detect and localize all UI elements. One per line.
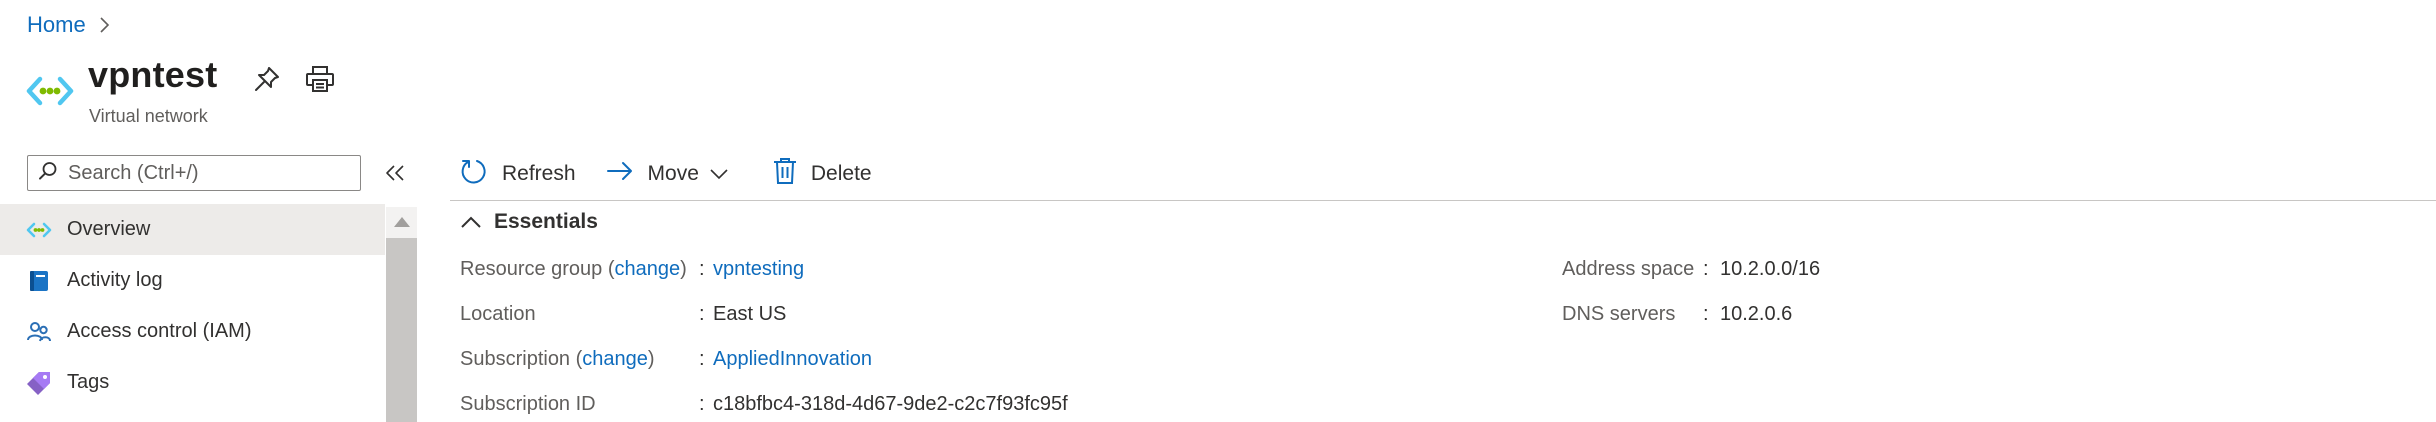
resource-group-change-link[interactable]: change bbox=[615, 258, 681, 280]
separator-colon: : bbox=[699, 393, 705, 415]
separator-colon: : bbox=[699, 348, 705, 370]
pin-icon[interactable] bbox=[252, 64, 282, 94]
essentials-title: Essentials bbox=[494, 210, 598, 233]
resource-group-label-text: Resource group bbox=[460, 258, 603, 280]
subscription-value-link[interactable]: AppliedInnovation bbox=[713, 348, 872, 371]
separator-colon: : bbox=[1703, 303, 1709, 325]
activity-log-icon bbox=[26, 268, 52, 294]
refresh-label: Refresh bbox=[502, 162, 576, 185]
resource-group-label: Resource group (change) bbox=[460, 258, 687, 280]
sidebar-menu: Overview Activity log Access control (IA… bbox=[0, 204, 385, 408]
delete-button[interactable]: Delete bbox=[773, 157, 872, 191]
print-icon[interactable] bbox=[304, 64, 336, 94]
subscription-label-text: Subscription bbox=[460, 348, 571, 370]
sidebar-item-access-control[interactable]: Access control (IAM) bbox=[0, 306, 385, 357]
search-box bbox=[27, 155, 361, 191]
breadcrumb-home-link[interactable]: Home bbox=[27, 12, 86, 38]
subscription-change-link[interactable]: change bbox=[582, 348, 648, 370]
collapse-sidebar-icon[interactable] bbox=[381, 159, 409, 187]
virtual-network-icon bbox=[26, 217, 52, 243]
location-label: Location bbox=[460, 303, 536, 325]
tag-icon bbox=[26, 370, 52, 396]
scrollbar-thumb[interactable] bbox=[386, 238, 417, 422]
chevron-up-icon bbox=[460, 214, 494, 230]
chevron-right-icon bbox=[98, 16, 110, 34]
resource-group-value-link[interactable]: vpntesting bbox=[713, 258, 804, 281]
refresh-button[interactable]: Refresh bbox=[460, 157, 576, 191]
sidebar-item-activity-log[interactable]: Activity log bbox=[0, 255, 385, 306]
sidebar-item-label: Tags bbox=[67, 371, 110, 393]
arrow-right-icon bbox=[606, 159, 648, 189]
sidebar-scrollbar[interactable] bbox=[386, 207, 417, 422]
refresh-icon bbox=[460, 157, 502, 191]
breadcrumb: Home bbox=[27, 12, 110, 38]
virtual-network-icon bbox=[26, 74, 74, 108]
page-title: vpntest bbox=[88, 54, 218, 95]
location-value: East US bbox=[713, 303, 787, 325]
delete-label: Delete bbox=[810, 162, 872, 185]
move-button[interactable]: Move bbox=[606, 159, 743, 189]
toolbar-divider bbox=[450, 200, 2436, 201]
search-input[interactable] bbox=[66, 160, 350, 186]
people-icon bbox=[26, 319, 52, 345]
resource-type-label: Virtual network bbox=[89, 106, 208, 126]
separator-colon: : bbox=[1703, 258, 1709, 280]
separator-colon: : bbox=[699, 258, 705, 280]
scroll-up-icon[interactable] bbox=[394, 217, 410, 227]
subscription-id-value: c18bfbc4-318d-4d67-9de2-c2c7f93fc95f bbox=[713, 393, 1068, 415]
sidebar-item-label: Overview bbox=[67, 218, 151, 240]
sidebar-item-label: Access control (IAM) bbox=[67, 320, 252, 342]
address-space-value: 10.2.0.0/16 bbox=[1720, 258, 1821, 280]
dns-servers-label: DNS servers bbox=[1562, 303, 1676, 325]
command-bar: Refresh Move Delete bbox=[460, 154, 902, 194]
subscription-id-label: Subscription ID bbox=[460, 393, 596, 415]
chevron-down-icon bbox=[709, 167, 743, 181]
sidebar-item-label: Activity log bbox=[67, 269, 163, 291]
address-space-label: Address space bbox=[1562, 258, 1695, 280]
dns-servers-value: 10.2.0.6 bbox=[1720, 303, 1793, 325]
essentials-toggle[interactable]: Essentials bbox=[460, 210, 598, 234]
sidebar-item-overview[interactable]: Overview bbox=[0, 204, 385, 255]
separator-colon: : bbox=[699, 303, 705, 325]
sidebar-item-tags[interactable]: Tags bbox=[0, 357, 385, 408]
search-icon bbox=[38, 161, 58, 186]
subscription-label: Subscription (change) bbox=[460, 348, 655, 370]
trash-icon bbox=[773, 157, 811, 191]
move-label: Move bbox=[647, 162, 699, 185]
